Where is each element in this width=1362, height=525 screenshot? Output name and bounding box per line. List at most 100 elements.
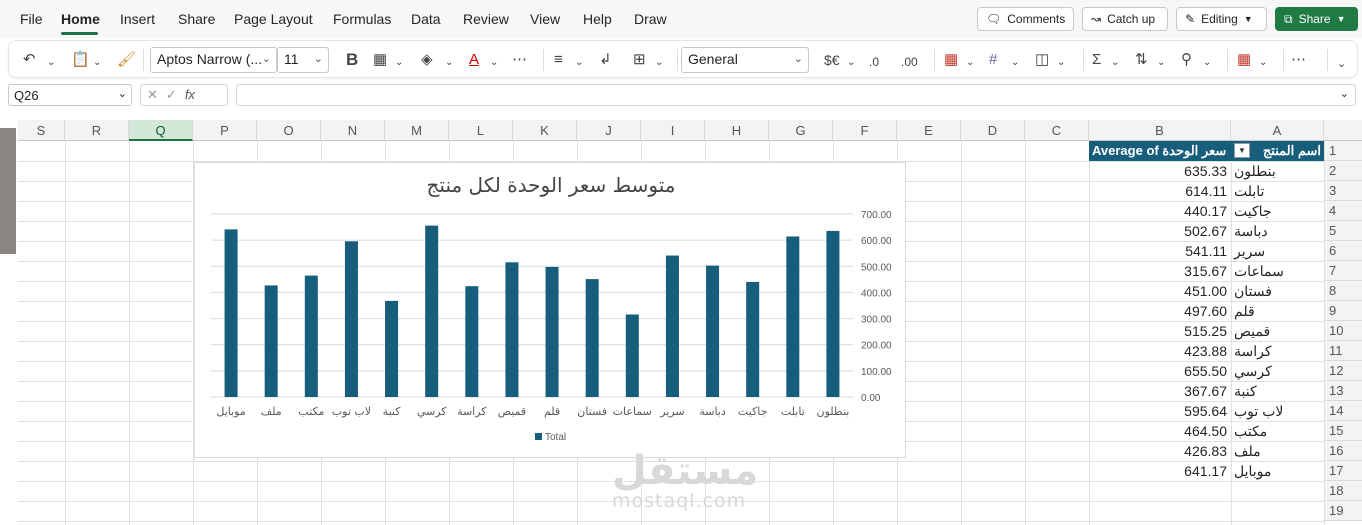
pivot-value-cell[interactable]: 595.64 — [1089, 401, 1231, 421]
row-header[interactable]: 4 — [1324, 201, 1362, 221]
menu-home[interactable]: Home — [61, 11, 100, 27]
row-header[interactable]: 6 — [1324, 241, 1362, 261]
share-button[interactable]: ⧉ Share ▼ — [1275, 7, 1358, 31]
chevron-down-icon[interactable]: ⌄ — [847, 53, 855, 73]
undo-icon[interactable]: ↶ — [23, 50, 36, 70]
menu-data[interactable]: Data — [411, 11, 441, 27]
filter-dropdown-icon[interactable]: ▼ — [1234, 143, 1250, 158]
pivot-product-cell[interactable]: بنطلون — [1231, 161, 1324, 181]
chevron-down-icon[interactable]: ⌄ — [1259, 53, 1267, 73]
pivot-value-cell[interactable]: 502.67 — [1089, 221, 1231, 241]
menu-file[interactable]: File — [20, 11, 43, 27]
chevron-down-icon[interactable]: ⌄ — [47, 53, 55, 73]
bar-chart[interactable]: متوسط سعر الوحدة لكل منتج 0.00 100.00 200.… — [194, 162, 906, 458]
row-header[interactable]: 18 — [1324, 481, 1362, 501]
autosum-icon[interactable]: Σ — [1092, 50, 1101, 70]
pivot-value-cell[interactable]: 497.60 — [1089, 301, 1231, 321]
pivot-value-cell[interactable]: 423.88 — [1089, 341, 1231, 361]
column-header-c[interactable]: C — [1025, 120, 1089, 141]
pivot-value-cell[interactable]: 614.11 — [1089, 181, 1231, 201]
row-header[interactable]: 11 — [1324, 341, 1362, 361]
expand-ribbon-icon[interactable]: ⌄ — [1337, 54, 1346, 74]
comments-button[interactable]: 🗨 Comments — [977, 7, 1074, 31]
menu-review[interactable]: Review — [463, 11, 509, 27]
find-icon[interactable]: ⚲ — [1181, 50, 1192, 70]
row-header[interactable]: 14 — [1324, 401, 1362, 421]
table-format-icon[interactable]: # — [989, 50, 997, 70]
menu-help[interactable]: Help — [583, 11, 612, 27]
pivot-value-cell[interactable]: 451.00 — [1089, 281, 1231, 301]
formula-input[interactable]: ⌄ — [236, 84, 1356, 106]
font-size-select[interactable]: 11 ⌄ — [277, 47, 329, 73]
row-header[interactable]: 8 — [1324, 281, 1362, 301]
column-header-m[interactable]: M — [385, 120, 449, 141]
cancel-icon[interactable]: ✕ — [147, 87, 166, 102]
chevron-down-icon[interactable]: ⌄ — [93, 53, 101, 73]
addins-icon[interactable]: ▦ — [1237, 50, 1251, 70]
pivot-product-cell[interactable]: كرسي — [1231, 361, 1324, 381]
column-header-p[interactable]: P — [193, 120, 257, 141]
number-format-select[interactable]: General ⌄ — [681, 47, 809, 73]
pivot-product-cell[interactable]: لاب توب — [1231, 401, 1324, 421]
chevron-down-icon[interactable]: ⌄ — [1157, 53, 1165, 73]
cell-styles-icon[interactable]: ◫ — [1035, 50, 1049, 70]
catchup-button[interactable]: ↝ Catch up — [1082, 7, 1168, 31]
chevron-down-icon[interactable]: ⌄ — [1340, 87, 1349, 100]
font-name-select[interactable]: Aptos Narrow (... ⌄ — [150, 47, 277, 73]
column-header-i[interactable]: I — [641, 120, 705, 141]
wrap-text-icon[interactable]: ↲ — [599, 50, 612, 70]
sort-filter-icon[interactable]: ⇅ — [1135, 50, 1148, 70]
menu-view[interactable]: View — [530, 11, 560, 27]
chevron-down-icon[interactable]: ⌄ — [1203, 53, 1211, 73]
chevron-down-icon[interactable]: ⌄ — [490, 53, 498, 73]
chevron-down-icon[interactable]: ⌄ — [1011, 53, 1019, 73]
column-header-j[interactable]: J — [577, 120, 641, 141]
column-header-e[interactable]: E — [897, 120, 961, 141]
column-header-q[interactable]: Q — [129, 120, 193, 141]
pivot-product-cell[interactable]: دباسة — [1231, 221, 1324, 241]
column-header-n[interactable]: N — [321, 120, 385, 141]
pivot-value-cell[interactable]: 464.50 — [1089, 421, 1231, 441]
column-header-d[interactable]: D — [961, 120, 1025, 141]
row-header[interactable]: 15 — [1324, 421, 1362, 441]
pivot-product-cell[interactable]: موبايل — [1231, 461, 1324, 481]
pivot-product-cell[interactable]: سرير — [1231, 241, 1324, 261]
more-icon[interactable]: ⋯ — [512, 50, 527, 70]
pivot-product-cell[interactable]: كراسة — [1231, 341, 1324, 361]
row-header[interactable]: 1 — [1324, 141, 1362, 161]
chevron-down-icon[interactable]: ⌄ — [655, 53, 663, 73]
column-header-g[interactable]: G — [769, 120, 833, 141]
menu-formulas[interactable]: Formulas — [333, 11, 391, 27]
chevron-down-icon[interactable]: ⌄ — [445, 53, 453, 73]
pivot-product-cell[interactable]: قلم — [1231, 301, 1324, 321]
pivot-value-cell[interactable]: 315.67 — [1089, 261, 1231, 281]
row-header[interactable]: 3 — [1324, 181, 1362, 201]
increase-decimal-icon[interactable]: .00 — [901, 52, 918, 72]
pivot-value-cell[interactable]: 641.17 — [1089, 461, 1231, 481]
row-header[interactable]: 10 — [1324, 321, 1362, 341]
format-painter-icon[interactable]: 🖌 — [117, 50, 136, 70]
column-header-s[interactable]: S — [18, 120, 65, 141]
chevron-down-icon[interactable]: ⌄ — [395, 53, 403, 73]
pivot-product-cell[interactable]: فستان — [1231, 281, 1324, 301]
enter-icon[interactable]: ✓ — [166, 87, 185, 102]
row-header[interactable]: 12 — [1324, 361, 1362, 381]
pivot-product-cell[interactable]: تابلت — [1231, 181, 1324, 201]
pivot-product-cell[interactable]: سماعات — [1231, 261, 1324, 281]
merge-icon[interactable]: ⊞ — [633, 50, 646, 70]
pivot-product-cell[interactable]: ملف — [1231, 441, 1324, 461]
editing-button[interactable]: ✎ Editing ▼ — [1176, 7, 1267, 31]
font-color-icon[interactable]: A — [469, 50, 479, 70]
pivot-value-cell[interactable]: 515.25 — [1089, 321, 1231, 341]
column-header-k[interactable]: K — [513, 120, 577, 141]
borders-icon[interactable]: ▦ — [373, 50, 387, 70]
menu-draw[interactable]: Draw — [634, 11, 667, 27]
chevron-down-icon[interactable]: ⌄ — [1057, 53, 1065, 73]
pivot-product-cell[interactable]: قميص — [1231, 321, 1324, 341]
chevron-down-icon[interactable]: ⌄ — [575, 53, 583, 73]
pivot-value-header[interactable]: Average of سعر الوحدة — [1089, 141, 1231, 161]
pivot-product-cell[interactable]: كنبة — [1231, 381, 1324, 401]
align-icon[interactable]: ≡ — [554, 50, 563, 70]
column-header-b[interactable]: B — [1089, 120, 1231, 141]
pivot-value-cell[interactable]: 635.33 — [1089, 161, 1231, 181]
